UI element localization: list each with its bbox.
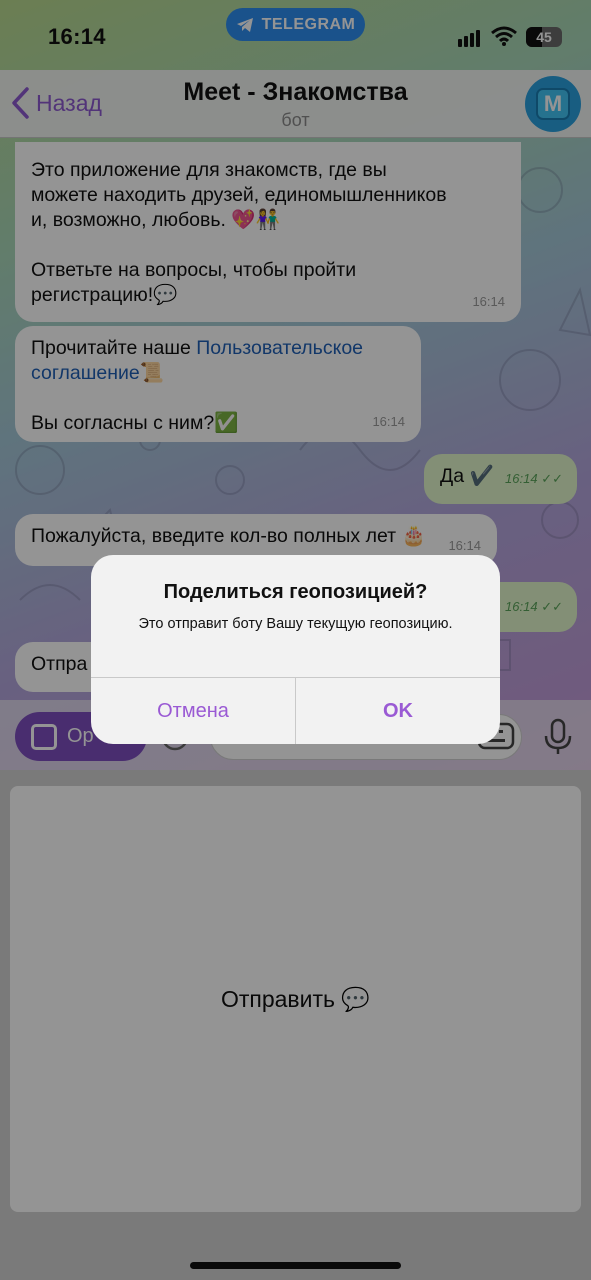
cancel-button[interactable]: Отмена: [91, 678, 295, 744]
ok-button[interactable]: OK: [296, 678, 500, 744]
share-location-alert: Поделиться геопозицией? Это отправит бот…: [91, 555, 500, 744]
alert-title: Поделиться геопозицией?: [163, 581, 428, 603]
alert-message: Это отправит боту Вашу текущую геопозици…: [138, 616, 453, 632]
